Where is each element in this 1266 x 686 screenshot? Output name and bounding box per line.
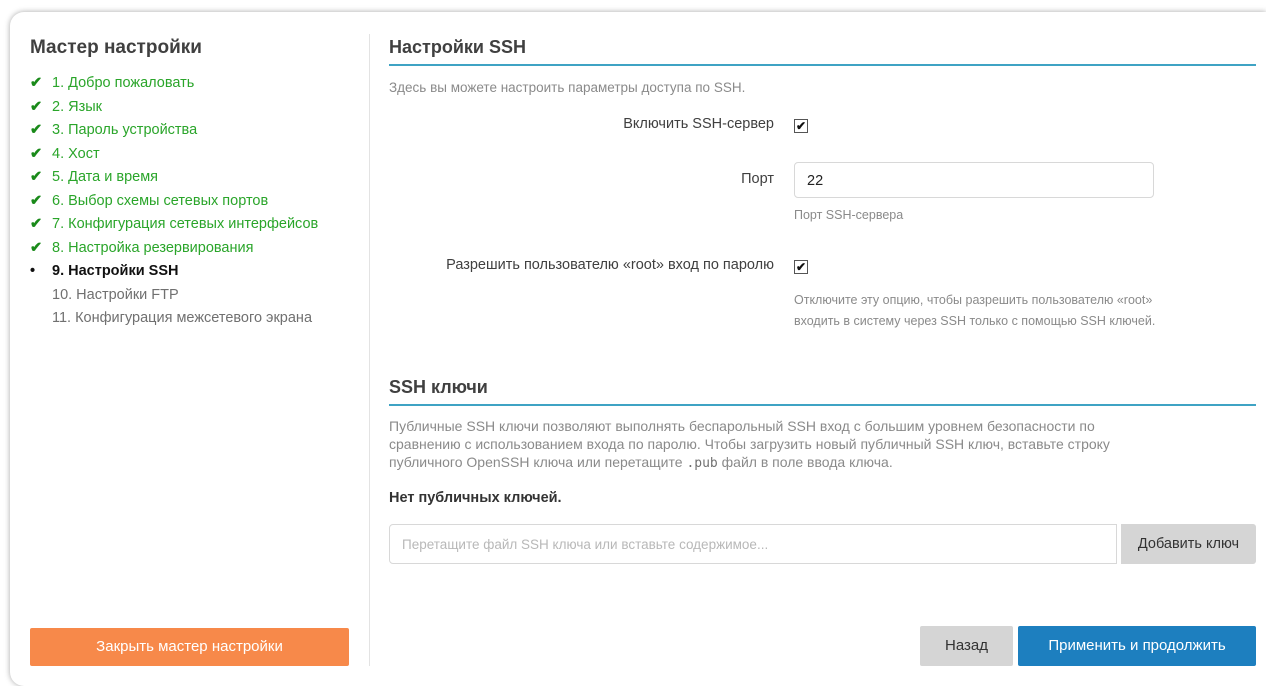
checkmark-icon: ✔ — [30, 145, 43, 162]
wizard-step-10: 10. Настройки FTP — [30, 284, 318, 308]
pub-extension-code: .pub — [686, 456, 718, 471]
root-help-line: входить в систему через SSH только с пом… — [794, 314, 1156, 328]
checkmark-icon: ✔ — [30, 169, 43, 185]
wizard-step-label: 1. Добро пожаловать — [52, 75, 195, 91]
add-key-button[interactable]: Добавить ключ — [1121, 524, 1256, 564]
close-wizard-button[interactable]: Закрыть мастер настройки — [30, 628, 349, 666]
wizard-step-label: 7. Конфигурация сетевых интерфейсов — [52, 216, 319, 232]
checkmark-icon: ✔ — [30, 192, 43, 209]
ssh-keys-desc-line: публичного OpenSSH ключа или перетащите … — [389, 453, 1249, 473]
enable-ssh-label: Включить SSH-сервер — [623, 116, 774, 132]
wizard-step-label: 2. Язык — [52, 98, 103, 115]
checkmark-icon: ✔ — [30, 98, 43, 115]
ssh-settings-description: Здесь вы можете настроить параметры дост… — [389, 80, 746, 95]
wizard-step-label: 3. Пароль устройства — [52, 122, 198, 138]
root-password-login-label: Разрешить пользователю «root» вход по па… — [446, 257, 774, 273]
wizard-step-4[interactable]: ✔ 4. Хост — [30, 143, 318, 167]
section-divider — [389, 64, 1256, 66]
wizard-step-8[interactable]: ✔ 8. Настройка резервирования — [30, 237, 318, 261]
ssh-keys-title: SSH ключи — [389, 377, 488, 397]
checkmark-icon: ✔ — [30, 75, 43, 91]
no-public-keys-text: Нет публичных ключей. — [389, 490, 562, 506]
ssh-keys-description: Публичные SSH ключи позволяют выполнять … — [389, 417, 1249, 473]
sidebar-divider — [369, 34, 370, 666]
check-icon: ✔ — [795, 260, 807, 274]
ssh-keys-desc-line: сравнению с использованием входа по паро… — [389, 436, 1110, 452]
wizard-step-3[interactable]: ✔ 3. Пароль устройства — [30, 119, 318, 143]
port-label: Порт — [741, 171, 774, 187]
wizard-step-label: 4. Хост — [52, 145, 100, 162]
checkmark-icon: ✔ — [30, 239, 43, 256]
wizard-step-1[interactable]: ✔ 1. Добро пожаловать — [30, 72, 318, 96]
wizard-step-label: 6. Выбор схемы сетевых портов — [52, 192, 269, 209]
wizard-step-label: 11. Конфигурация межсетевого экрана — [52, 310, 313, 326]
port-help-text: Порт SSH-сервера — [794, 208, 904, 222]
ssh-key-input[interactable]: Перетащите файл SSH ключа или вставьте с… — [389, 524, 1117, 564]
wizard-steps-list: ✔ 1. Добро пожаловать ✔ 2. Язык ✔ 3. Пароль у… — [30, 72, 318, 331]
wizard-step-9[interactable]: • 9. Настройки SSH — [30, 260, 318, 284]
wizard-step-label: 5. Дата и время — [52, 169, 159, 185]
wizard-step-label: 8. Настройка резервирования — [52, 239, 254, 256]
wizard-step-label: 10. Настройки FTP — [52, 286, 179, 303]
root-password-login-checkbox[interactable]: ✔ — [794, 260, 808, 274]
ssh-keys-desc-line: Публичные SSH ключи позволяют выполнять … — [389, 418, 1095, 434]
ssh-settings-title: Настройки SSH — [389, 37, 526, 57]
desc-text: публичного OpenSSH ключа или перетащите — [389, 454, 687, 470]
desc-text: файл в поле ввода ключа. — [717, 454, 893, 470]
wizard-step-5[interactable]: ✔ 5. Дата и время — [30, 166, 318, 190]
root-login-help-text: Отключите эту опцию, чтобы разрешить пол… — [794, 290, 1155, 332]
wizard-step-7[interactable]: ✔ 7. Конфигурация сетевых интерфейсов — [30, 213, 318, 237]
enable-ssh-checkbox[interactable]: ✔ — [794, 119, 808, 133]
wizard-sidebar: Мастер настройки ✔ 1. Добро пожаловать ✔ 2.… — [10, 12, 370, 686]
checkmark-icon: ✔ — [30, 216, 43, 232]
wizard-step-11: 11. Конфигурация межсетевого экрана — [30, 307, 318, 331]
sidebar-title: Мастер настройки — [30, 37, 202, 58]
root-help-line: Отключите эту опцию, чтобы разрешить пол… — [794, 293, 1153, 307]
back-button[interactable]: Назад — [920, 626, 1013, 666]
section-divider — [389, 404, 1256, 406]
setup-wizard-window: Мастер настройки ✔ 1. Добро пожаловать ✔ 2.… — [10, 12, 1266, 686]
port-input[interactable]: 22 — [794, 162, 1154, 198]
wizard-step-label: 9. Настройки SSH — [52, 263, 179, 279]
checkmark-icon: ✔ — [30, 122, 43, 138]
apply-and-continue-button[interactable]: Применить и продолжить — [1018, 626, 1256, 666]
wizard-step-6[interactable]: ✔ 6. Выбор схемы сетевых портов — [30, 190, 318, 214]
check-icon: ✔ — [795, 119, 807, 133]
wizard-step-2[interactable]: ✔ 2. Язык — [30, 96, 318, 120]
current-step-bullet-icon: • — [30, 263, 36, 279]
